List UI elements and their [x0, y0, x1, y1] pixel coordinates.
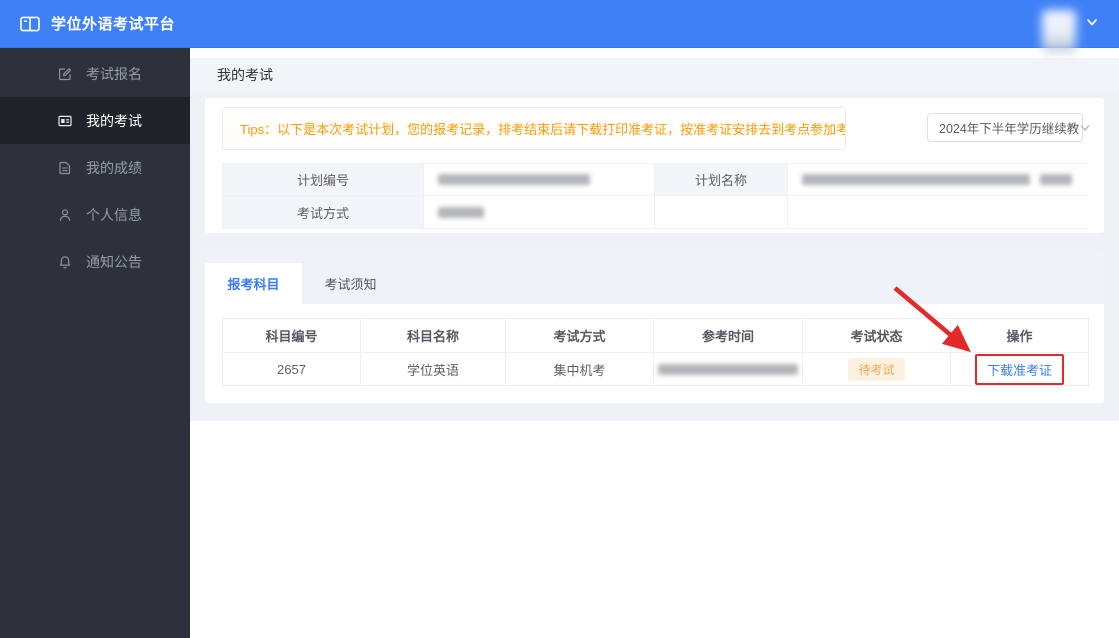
- tips-banner: Tips：以下是本次考试计划，您的报考记录，排考结束后请下载打印准考证，按准考证…: [222, 107, 846, 150]
- exam-method-value-redacted: [424, 196, 655, 228]
- tab-registered-subjects[interactable]: 报考科目: [205, 263, 302, 304]
- exam-status-cell: 待考试: [802, 352, 951, 386]
- plan-info-card: Tips：以下是本次考试计划，您的报考记录，排考结束后请下载打印准考证，按准考证…: [205, 98, 1104, 233]
- sidebar-item-label: 通知公告: [86, 253, 142, 270]
- subject-name-cell: 学位英语: [360, 352, 506, 386]
- plan-select[interactable]: 2024年下半年学历继续教: [927, 113, 1090, 142]
- action-cell: 下载准考证: [950, 352, 1089, 386]
- open-book-icon: [20, 16, 40, 31]
- table-header-row: 科目编号 科目名称 考试方式 参考时间 考试状态 操作: [222, 318, 1089, 353]
- sidebar-item-my-exams[interactable]: 我的考试: [0, 97, 190, 144]
- chevron-down-icon: [1081, 124, 1090, 131]
- plan-code-value-redacted: [424, 164, 655, 196]
- exam-card-icon: [58, 115, 72, 126]
- subject-code-cell: 2657: [222, 352, 361, 386]
- sidebar-item-profile[interactable]: 个人信息: [0, 191, 190, 238]
- document-icon: [59, 161, 71, 174]
- sidebar-item-exam-signup[interactable]: 考试报名: [0, 50, 190, 97]
- status-badge: 待考试: [848, 357, 905, 381]
- main-content: 我的考试 Tips：以下是本次考试计划，您的报考记录，排考结束后请下载打印准考证…: [190, 48, 1119, 638]
- sidebar-item-label: 我的考试: [86, 112, 142, 129]
- subjects-card: 报考科目 考试须知 科目编号 科目名称 考试方式 参考时间 考试状态 操作 26…: [205, 251, 1104, 403]
- sidebar-nav: 考试报名 我的考试 我的成绩 个人信息 通知公告: [0, 48, 190, 638]
- sidebar-item-announcements[interactable]: 通知公告: [0, 238, 190, 285]
- tab-exam-notice[interactable]: 考试须知: [302, 263, 399, 304]
- tab-label: 报考科目: [227, 277, 280, 292]
- edit-icon: [59, 67, 72, 80]
- download-admission-ticket-link[interactable]: 下载准考证: [987, 363, 1052, 378]
- col-exam-time: 参考时间: [653, 318, 803, 353]
- page-title: 我的考试: [217, 66, 273, 83]
- sidebar-item-my-scores[interactable]: 我的成绩: [0, 144, 190, 191]
- user-menu[interactable]: [1042, 0, 1099, 52]
- plan-name-value-redacted: [788, 164, 1088, 196]
- col-actions: 操作: [950, 318, 1089, 353]
- redacted-text: [438, 174, 590, 185]
- table-row: 2657 学位英语 集中机考 待考试 下载准考证: [222, 352, 1089, 386]
- col-subject-code: 科目编号: [222, 318, 361, 353]
- empty-cell: [788, 196, 1088, 228]
- chevron-down-icon[interactable]: [1085, 15, 1099, 29]
- sidebar-item-label: 个人信息: [86, 206, 142, 223]
- col-exam-status: 考试状态: [802, 318, 951, 353]
- sidebar-item-label: 我的成绩: [86, 159, 142, 176]
- tips-text: Tips：以下是本次考试计划，您的报考记录，排考结束后请下载打印准考证，按准考证…: [240, 122, 846, 137]
- bell-icon: [59, 255, 71, 268]
- redacted-text: [438, 206, 484, 218]
- plan-info-grid: 计划编号 计划名称 考试方式: [222, 163, 1088, 229]
- user-icon: [59, 208, 71, 221]
- redacted-text: [658, 363, 798, 375]
- redacted-text: [1040, 174, 1072, 185]
- exam-time-cell-redacted: [653, 352, 803, 386]
- empty-cell: [655, 196, 788, 228]
- tab-bar: 报考科目 考试须知: [205, 251, 1104, 304]
- redacted-text: [802, 174, 1030, 185]
- content-panel: Tips：以下是本次考试计划，您的报考记录，排考结束后请下载打印准考证，按准考证…: [190, 91, 1119, 421]
- app-title: 学位外语考试平台: [51, 16, 176, 33]
- page-title-bar: 我的考试: [190, 58, 1119, 91]
- avatar[interactable]: [1042, 9, 1076, 52]
- subjects-table: 科目编号 科目名称 考试方式 参考时间 考试状态 操作 2657 学位英语 集中…: [222, 318, 1089, 386]
- sidebar-item-label: 考试报名: [86, 65, 142, 82]
- tab-label: 考试须知: [324, 277, 377, 292]
- annotation-highlight-box: 下载准考证: [974, 353, 1064, 385]
- top-navbar: 学位外语考试平台: [0, 0, 1119, 52]
- plan-code-label: 计划编号: [223, 164, 424, 196]
- col-subject-name: 科目名称: [360, 318, 506, 353]
- plan-select-value: 2024年下半年学历继续教: [939, 122, 1080, 136]
- exam-method-label: 考试方式: [223, 196, 424, 228]
- col-exam-method: 考试方式: [505, 318, 654, 353]
- exam-method-cell: 集中机考: [505, 352, 654, 386]
- plan-name-label: 计划名称: [655, 164, 788, 196]
